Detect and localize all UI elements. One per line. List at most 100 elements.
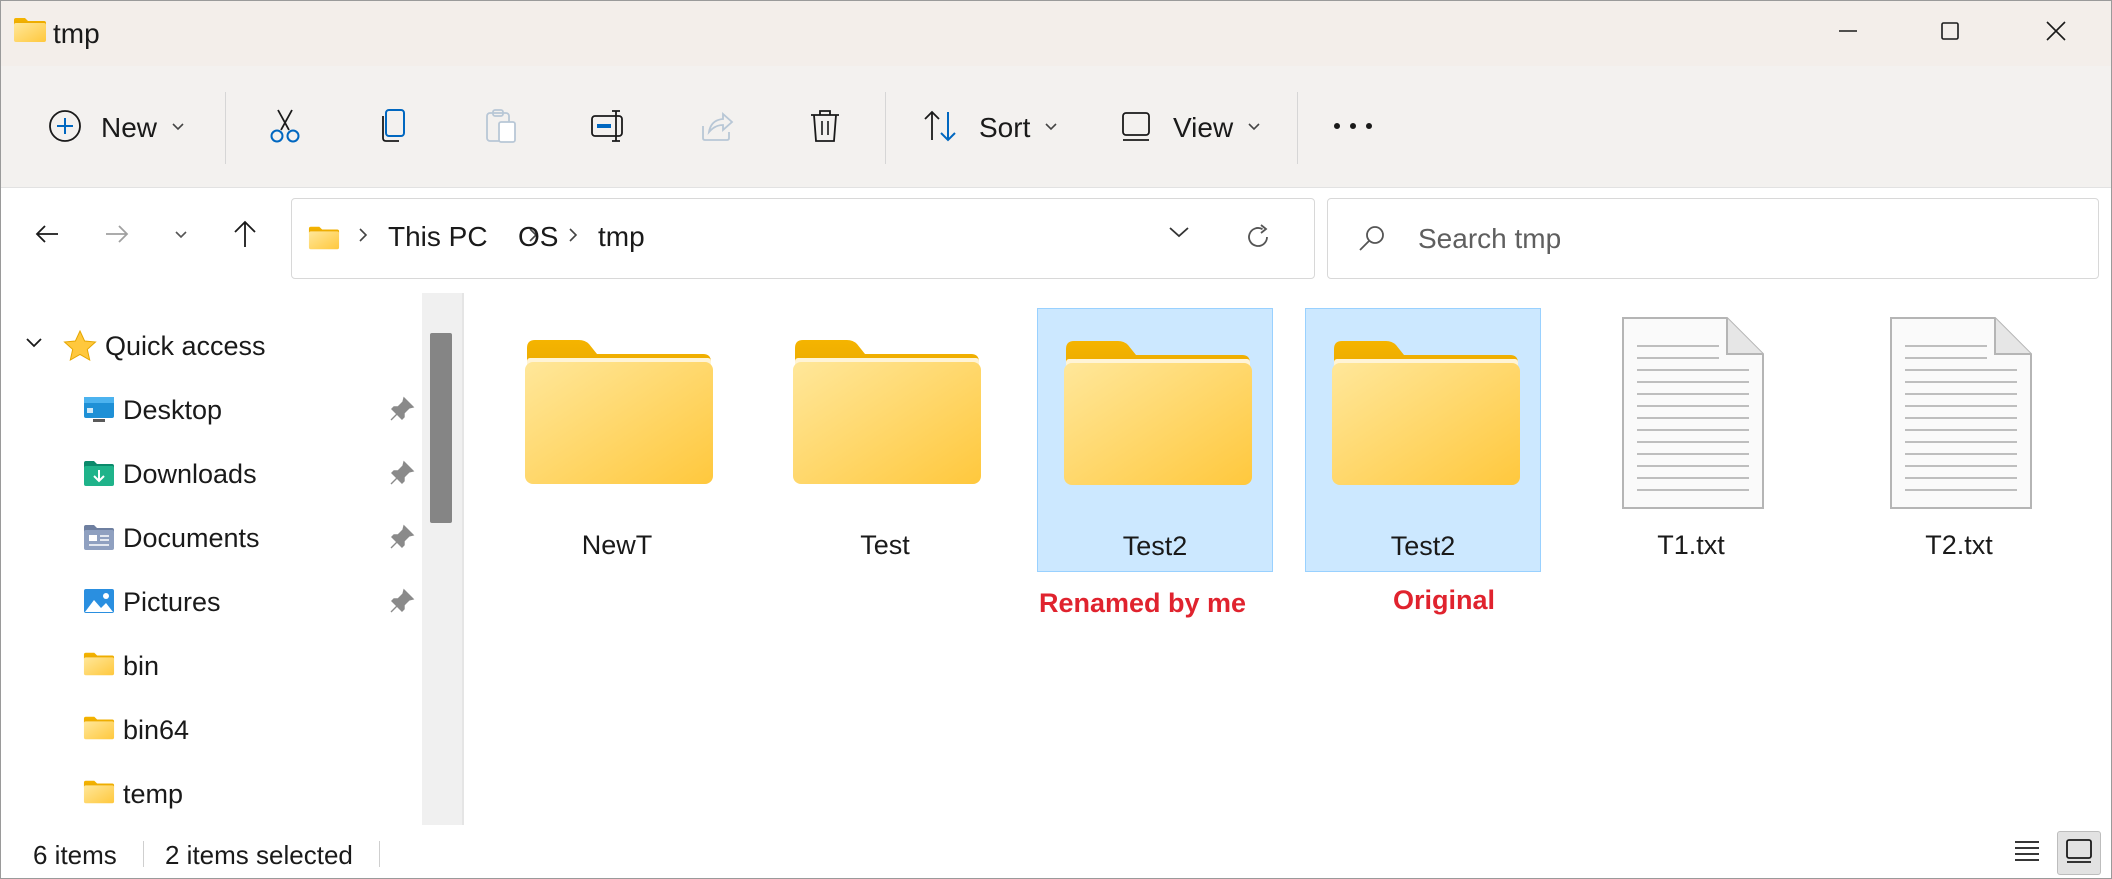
details-view-icon <box>2013 839 2041 868</box>
chevron-down-icon[interactable] <box>1168 225 1190 244</box>
status-separator <box>379 841 380 867</box>
arrow-right-icon <box>104 223 130 250</box>
chevron-down-icon <box>171 119 185 137</box>
copy-button[interactable] <box>373 90 413 166</box>
file-name: Test2 <box>1390 531 1456 561</box>
pictures-icon <box>83 587 115 620</box>
maximize-button[interactable] <box>1905 9 1995 57</box>
window-title: tmp <box>53 18 100 49</box>
copy-icon <box>373 106 413 151</box>
sidebar-item-label: Documents <box>123 523 260 553</box>
folder-icon <box>83 779 115 810</box>
back-button[interactable] <box>23 212 71 260</box>
command-bar: New Sort View <box>1 66 2111 188</box>
folder-icon <box>83 651 115 682</box>
minimize-icon <box>1837 20 1859 47</box>
status-bar: 6 items 2 items selected <box>1 827 2111 878</box>
sidebar-item-label: temp <box>123 779 184 809</box>
minimize-button[interactable] <box>1803 9 1893 57</box>
file-item-test[interactable]: Test <box>767 308 1003 572</box>
sidebar-item-bin[interactable]: bin <box>1 638 421 694</box>
status-separator <box>143 841 144 867</box>
desktop-icon <box>83 395 115 428</box>
chevron-right-icon <box>358 227 368 248</box>
selection-count: 2 items selected <box>165 840 353 870</box>
recent-locations-button[interactable] <box>157 212 205 260</box>
folder-icon <box>523 336 713 491</box>
folder-icon <box>791 336 981 491</box>
address-bar[interactable]: This PC OS tmp <box>291 198 1315 279</box>
breadcrumb-os[interactable]: OS <box>518 221 558 253</box>
documents-icon <box>83 523 115 556</box>
sidebar-item-label: bin64 <box>123 715 190 745</box>
search-icon <box>1356 223 1388 260</box>
sidebar-item-temp[interactable]: temp <box>1 766 421 822</box>
rename-icon <box>589 106 629 151</box>
downloads-icon <box>83 459 115 492</box>
sort-label: Sort <box>979 112 1031 143</box>
folder-icon <box>1062 337 1252 492</box>
file-explorer-window: tmp New Sort View This PC OS tmp Search … <box>0 0 2112 879</box>
chevron-down-icon <box>174 227 188 245</box>
share-icon <box>697 106 737 151</box>
file-item-t2-txt[interactable]: T2.txt <box>1841 308 2077 572</box>
view-label: View <box>1173 112 1234 143</box>
refresh-icon[interactable] <box>1244 223 1272 256</box>
chevron-down-icon[interactable] <box>25 336 43 354</box>
sidebar-item-downloads[interactable]: Downloads <box>1 446 421 502</box>
up-button[interactable] <box>221 212 269 260</box>
pin-icon[interactable] <box>389 524 415 555</box>
more-options-button[interactable] <box>1331 90 1375 166</box>
delete-button[interactable] <box>805 90 845 166</box>
navigation-row: This PC OS tmp <box>1 188 2111 284</box>
navigation-scrollbar[interactable] <box>422 293 462 825</box>
sidebar-item-documents[interactable]: Documents <box>1 510 421 566</box>
text-file-icon <box>1621 316 1765 515</box>
file-item-test2-original[interactable]: Test2 <box>1305 308 1541 572</box>
cut-button[interactable] <box>265 90 305 166</box>
pin-icon[interactable] <box>389 396 415 427</box>
sidebar-item-pictures[interactable]: Pictures <box>1 574 421 630</box>
chevron-right-icon <box>568 227 578 248</box>
chevron-down-icon <box>1247 119 1261 137</box>
large-icons-view-icon <box>2065 838 2093 869</box>
breadcrumb-this-pc[interactable]: This PC <box>388 221 488 253</box>
file-name: NewT <box>581 530 653 560</box>
scrollbar-thumb[interactable] <box>430 333 452 523</box>
file-item-t1-txt[interactable]: T1.txt <box>1573 308 1809 572</box>
sidebar-item-quick-access[interactable]: Quick access <box>1 318 421 374</box>
large-icons-view-button[interactable] <box>2057 831 2101 875</box>
breadcrumb-tmp[interactable]: tmp <box>598 221 645 253</box>
search-box[interactable] <box>1327 198 2099 279</box>
text-file-icon <box>1889 316 2033 515</box>
toolbar-separator <box>885 92 886 164</box>
pin-icon[interactable] <box>389 588 415 619</box>
sort-button[interactable]: Sort <box>921 90 1058 166</box>
paste-icon <box>481 106 521 151</box>
view-button[interactable]: View <box>1119 90 1261 166</box>
file-item-test2-renamed[interactable]: Test2 <box>1037 308 1273 572</box>
annotation-original: Original <box>1393 585 1496 615</box>
details-view-button[interactable] <box>2005 831 2049 875</box>
annotation-renamed: Renamed by me <box>1039 588 1247 618</box>
new-button[interactable]: New <box>47 90 185 166</box>
rename-button[interactable] <box>589 90 629 166</box>
sidebar-item-bin64[interactable]: bin64 <box>1 702 421 758</box>
toolbar-separator <box>225 92 226 164</box>
folder-icon <box>1330 337 1520 492</box>
file-item-newt[interactable]: NewT <box>499 308 735 572</box>
view-icon <box>1119 108 1155 149</box>
toolbar-separator <box>1297 92 1298 164</box>
pin-icon[interactable] <box>389 460 415 491</box>
sidebar-section-label: Quick access <box>105 331 266 361</box>
sidebar-item-label: Downloads <box>123 459 257 489</box>
star-icon <box>63 329 97 367</box>
search-input[interactable] <box>1418 217 2058 261</box>
file-list: NewT Test Test2 Test2 T1.txt T2.txt Rena… <box>464 284 2111 827</box>
new-label: New <box>101 112 158 143</box>
sidebar-item-label: Pictures <box>123 587 221 617</box>
sidebar-item-desktop[interactable]: Desktop <box>1 382 421 438</box>
navigation-pane: Quick access Desktop Downloads Documents… <box>1 284 421 827</box>
close-button[interactable] <box>2011 9 2101 57</box>
file-name: T2.txt <box>1925 530 1993 560</box>
